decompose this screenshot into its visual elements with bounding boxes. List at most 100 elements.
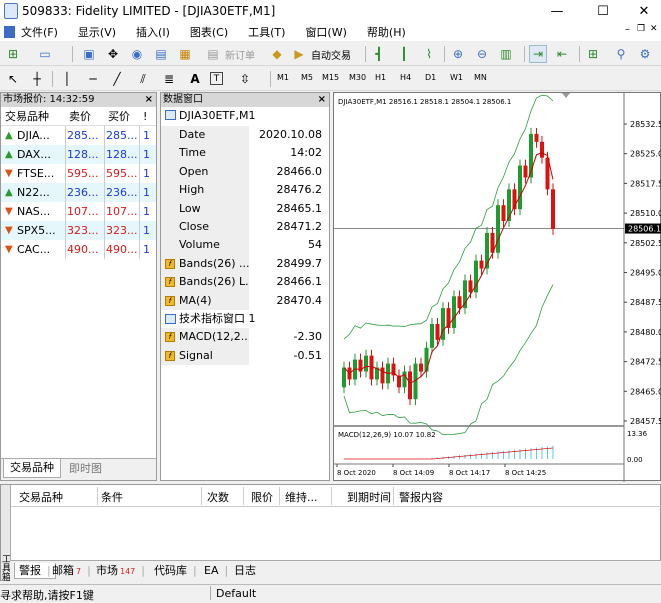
tf-h1[interactable]: H1 xyxy=(375,73,386,82)
close-market-watch-button[interactable]: × xyxy=(145,93,153,107)
auto-trading-button[interactable]: 自动交易 xyxy=(311,47,351,62)
terminal-tab[interactable]: 代码库 | xyxy=(154,563,197,579)
strategy-tester-icon[interactable]: ▦ xyxy=(176,45,194,63)
menu-help[interactable]: 帮助(H) xyxy=(367,24,406,40)
bid-price: 236... xyxy=(67,186,99,199)
chart-canvas[interactable]: DJIA30ETF,M1 28516.1 28518.1 28504.1 285… xyxy=(334,93,661,482)
data-row: Low 28465.1 xyxy=(161,199,329,218)
terminal-tab[interactable]: 警报 | xyxy=(14,563,56,579)
line-chart-icon[interactable]: ⌇ xyxy=(420,45,438,63)
terminal-icon[interactable]: ▤ xyxy=(152,45,170,63)
indicator-name: Signal xyxy=(179,348,213,362)
search-icon[interactable]: ⚲ xyxy=(612,45,630,63)
cursor-icon[interactable]: ↖ xyxy=(4,70,22,88)
market-watch-row[interactable]: ▼ NAS... 107... 107... 1 xyxy=(1,202,156,221)
metaeditor-icon[interactable]: ◆ xyxy=(268,45,286,63)
channel-icon[interactable]: ⫽ xyxy=(134,70,152,88)
navigator-icon[interactable]: ✥ xyxy=(104,45,122,63)
data-window-symbol-label: DJIA30ETF,M1 xyxy=(179,109,256,122)
vertical-line-icon[interactable]: │ xyxy=(58,70,76,88)
autoscroll-icon[interactable]: ⇥ xyxy=(529,45,547,63)
tf-m15[interactable]: M15 xyxy=(322,73,339,82)
trendline-icon[interactable]: ╱ xyxy=(108,70,126,88)
new-order-button[interactable]: 新订单 xyxy=(225,47,255,62)
tab-symbols[interactable]: 交易品种 xyxy=(3,459,61,478)
market-watch-row[interactable]: ▲ DJIA... 285... 285... 1 xyxy=(1,126,156,145)
text-icon[interactable]: A xyxy=(186,70,204,88)
terminal-tab[interactable]: 日志 xyxy=(234,563,256,579)
candle-body xyxy=(452,296,456,328)
mdi-restore-button[interactable]: ❐ xyxy=(637,24,645,34)
chart-shift-icon[interactable]: ⇤ xyxy=(553,45,571,63)
y-tick-label: 28495.0 xyxy=(630,269,661,278)
terminal-tab[interactable]: EA | xyxy=(204,563,228,579)
arrows-icon[interactable]: ⇳ xyxy=(236,70,254,88)
text-label-icon[interactable]: T xyxy=(210,72,223,85)
tf-d1[interactable]: D1 xyxy=(425,73,436,82)
market-watch-row[interactable]: ▲ DAX... 128... 128... 1 xyxy=(1,145,156,164)
main-toolbar: ⊞ ▭ ▣ ✥ ◉ ▤ ▦ ▤ 新订单 ◆ ▶ 自动交易 ┫ ┃ ⌇ ⊕ ⊖ ▥… xyxy=(0,42,661,66)
zoom-in-icon[interactable]: ⊕ xyxy=(449,45,467,63)
mdi-minimize-button[interactable]: – xyxy=(625,24,630,35)
col-bid[interactable]: 卖价 xyxy=(69,107,91,126)
minimize-button[interactable]: — xyxy=(540,0,574,22)
new-order-icon[interactable]: ▤ xyxy=(204,45,222,63)
indicators-icon[interactable]: ⊞ xyxy=(584,45,602,63)
col-alert-hold[interactable]: 维持... xyxy=(285,489,318,505)
col-alert-expiry[interactable]: 到期时间 xyxy=(347,489,391,505)
close-data-window-button[interactable]: × xyxy=(318,93,326,107)
tf-m5[interactable]: M5 xyxy=(301,73,313,82)
crosshair-icon[interactable]: ┼ xyxy=(28,70,46,88)
tab-tick-chart[interactable]: 即时图 xyxy=(69,461,102,477)
col-alert-content[interactable]: 警报内容 xyxy=(399,489,443,505)
market-watch-row[interactable]: ▼ CAC... 490... 490... 1 xyxy=(1,240,156,259)
tf-mn[interactable]: MN xyxy=(474,73,487,82)
col-count[interactable]: ! xyxy=(143,107,147,126)
maximize-button[interactable]: ☐ xyxy=(586,0,620,22)
settings-icon[interactable]: ⚙ xyxy=(636,45,654,63)
data-window-icon[interactable]: ◉ xyxy=(128,45,146,63)
horizontal-line-icon[interactable]: ─ xyxy=(84,70,102,88)
market-watch-row[interactable]: ▼ SPX5... 323... 323... 1 xyxy=(1,221,156,240)
col-alert-count[interactable]: 次数 xyxy=(207,489,229,505)
tile-windows-icon[interactable]: ▥ xyxy=(497,45,515,63)
col-alert-symbol[interactable]: 交易品种 xyxy=(19,489,63,505)
col-alert-limit[interactable]: 限价 xyxy=(251,489,273,505)
mdi-close-button[interactable]: ✕ xyxy=(650,24,658,34)
candlestick-icon[interactable]: ┃ xyxy=(395,45,413,63)
candle-body xyxy=(540,141,544,158)
bar-chart-icon[interactable]: ┫ xyxy=(370,45,388,63)
menu-tools[interactable]: 工具(T) xyxy=(248,24,285,40)
data-value: 2020.10.08 xyxy=(259,128,322,141)
new-chart-icon[interactable]: ⊞ xyxy=(4,45,22,63)
col-ask[interactable]: 买价 xyxy=(108,107,130,126)
tf-m30[interactable]: M30 xyxy=(349,73,366,82)
terminal-tab[interactable]: 邮箱 7 | xyxy=(52,563,91,579)
fibonacci-icon[interactable]: ≣ xyxy=(160,70,178,88)
candle-body xyxy=(479,260,484,269)
menu-insert[interactable]: 插入(I) xyxy=(136,24,170,40)
terminal-tab[interactable]: 市场 147 | xyxy=(96,563,145,579)
arrow-down-icon: ▼ xyxy=(5,168,13,179)
zoom-out-icon[interactable]: ⊖ xyxy=(473,45,491,63)
chart-window[interactable]: DJIA30ETF,M1 28516.1 28518.1 28504.1 285… xyxy=(333,92,661,482)
col-symbol[interactable]: 交易品种 xyxy=(5,107,49,126)
col-alert-condition[interactable]: 条件 xyxy=(101,489,123,505)
market-watch-row[interactable]: ▲ N22... 236... 236... 1 xyxy=(1,183,156,202)
market-watch-row[interactable]: ▼ FTSE... 595... 595... 1 xyxy=(1,164,156,183)
tf-h4[interactable]: H4 xyxy=(400,73,411,82)
tf-w1[interactable]: W1 xyxy=(450,73,463,82)
market-watch-icon[interactable]: ▣ xyxy=(80,45,98,63)
menu-view[interactable]: 显示(V) xyxy=(78,24,116,40)
tf-m1[interactable]: M1 xyxy=(277,73,289,82)
menu-window[interactable]: 窗口(W) xyxy=(305,24,346,40)
bid-price: 595... xyxy=(67,167,99,180)
symbol-name: NAS... xyxy=(17,205,51,218)
menu-file[interactable]: 文件(F) xyxy=(21,24,58,40)
terminal-tab-label: EA xyxy=(204,564,219,577)
menu-chart[interactable]: 图表(C) xyxy=(190,24,228,40)
close-button[interactable]: ✕ xyxy=(627,0,661,22)
auto-trading-icon[interactable]: ▶ xyxy=(290,45,308,63)
data-value: 28465.1 xyxy=(276,201,323,215)
profiles-icon[interactable]: ▭ xyxy=(36,45,54,63)
